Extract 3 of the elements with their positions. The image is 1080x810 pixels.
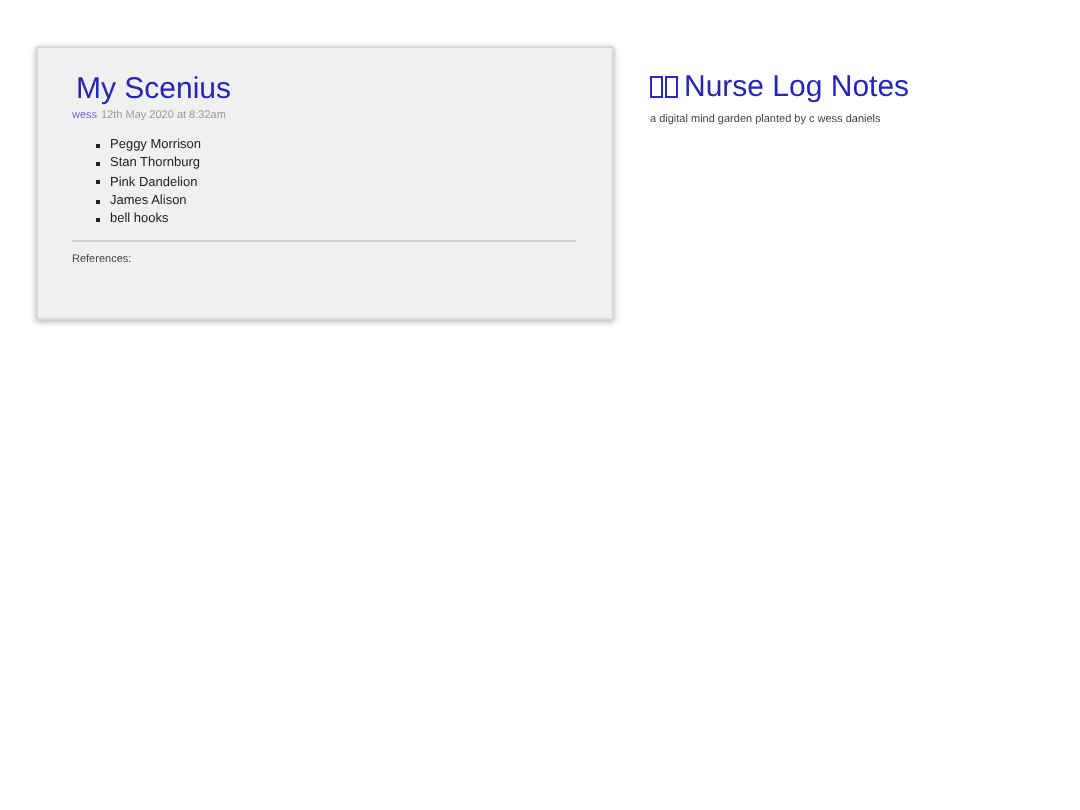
site-title[interactable]: Nurse Log Notes	[684, 70, 910, 104]
post-title[interactable]: My Scenius	[76, 72, 576, 108]
missing-glyph-icon	[650, 76, 678, 98]
